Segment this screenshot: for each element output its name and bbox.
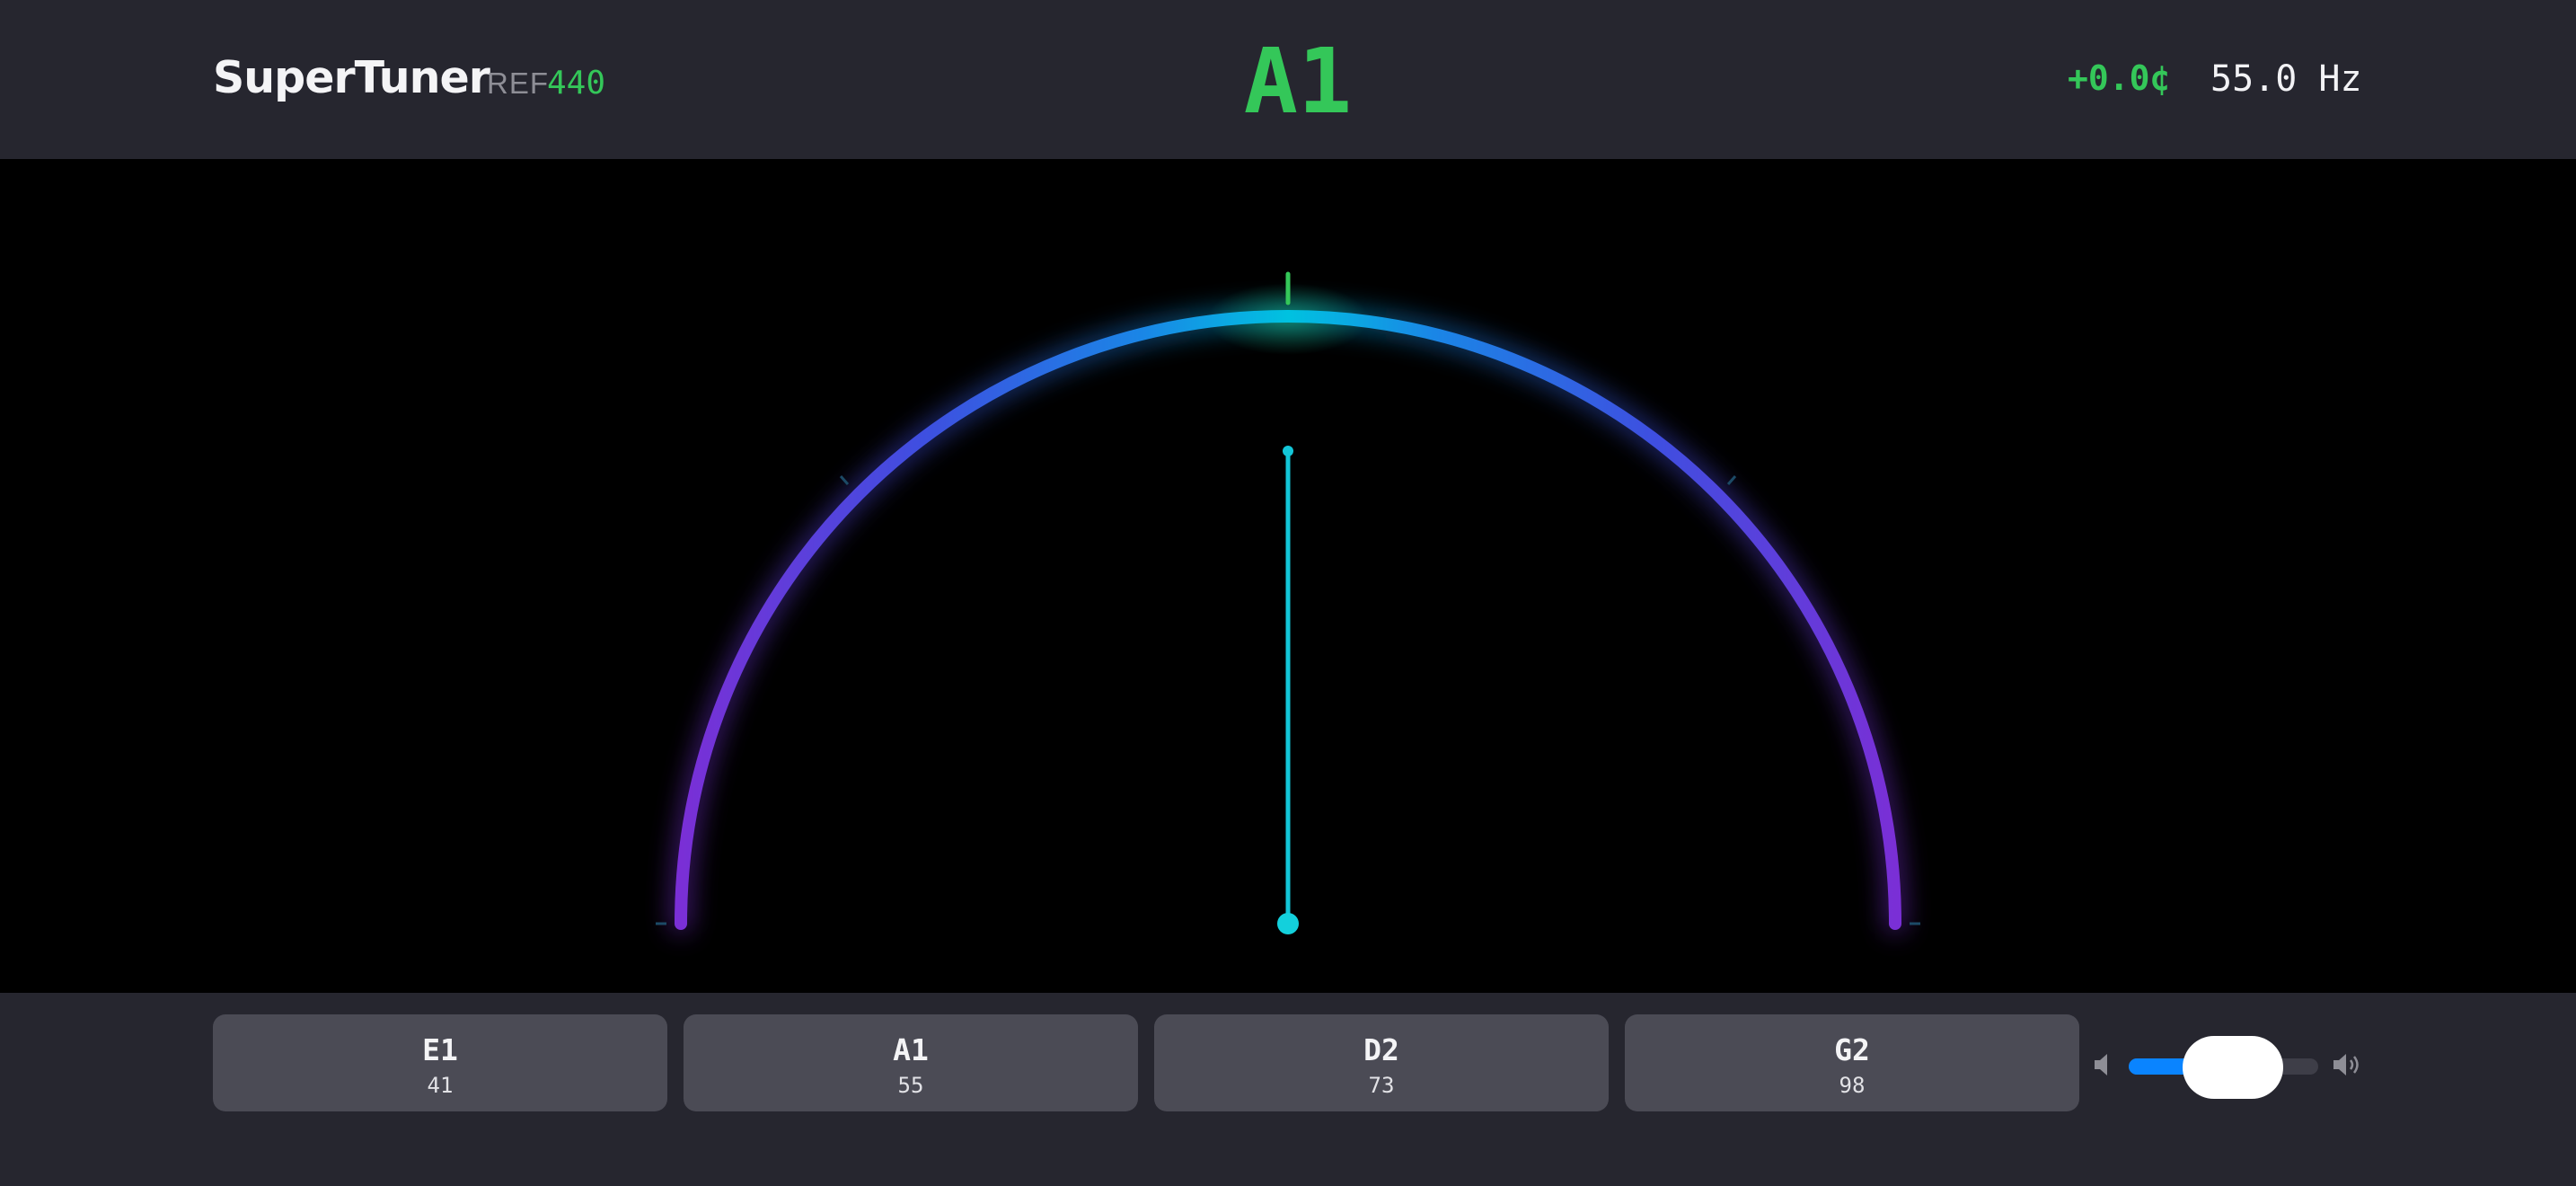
- header-bar: SuperTuner REF 440 A1 +0.0¢ 55.0 Hz: [0, 0, 2576, 159]
- string-number-label: 73: [1368, 1073, 1395, 1098]
- speaker-mute-icon[interactable]: [2093, 1052, 2114, 1077]
- meter-svg: [656, 271, 1920, 934]
- string-button-g2[interactable]: G2 98: [1625, 1014, 2079, 1111]
- string-number-label: 98: [1839, 1073, 1866, 1098]
- cents-readout: +0.0¢: [2068, 58, 2171, 98]
- left-tick: [839, 475, 850, 485]
- frequency-readout: 55.0 Hz: [2210, 58, 2362, 100]
- string-number-label: 55: [897, 1073, 924, 1098]
- speaker-loud-icon[interactable]: [2332, 1052, 2362, 1077]
- string-button-d2[interactable]: D2 73: [1154, 1014, 1609, 1111]
- volume-control: [2093, 1032, 2362, 1101]
- string-note-label: G2: [1834, 1032, 1870, 1067]
- tuner-meter: [0, 159, 2576, 993]
- footer-bar: E1 41 A1 55 D2 73 G2 98: [0, 993, 2576, 1186]
- string-number-label: 41: [427, 1073, 454, 1098]
- volume-slider-thumb[interactable]: [2183, 1036, 2284, 1099]
- string-note-label: D2: [1363, 1032, 1399, 1067]
- string-button-a1[interactable]: A1 55: [684, 1014, 1138, 1111]
- string-button-e1[interactable]: E1 41: [213, 1014, 667, 1111]
- string-note-label: E1: [422, 1032, 458, 1067]
- tuner-needle: [1283, 446, 1293, 924]
- needle-pivot: [1277, 913, 1299, 934]
- needle-tip: [1283, 446, 1293, 456]
- detected-note-wrapper: A1: [0, 32, 2576, 131]
- string-note-label: A1: [893, 1032, 929, 1067]
- detected-note: A1: [1243, 29, 1353, 134]
- right-tick: [1726, 475, 1737, 485]
